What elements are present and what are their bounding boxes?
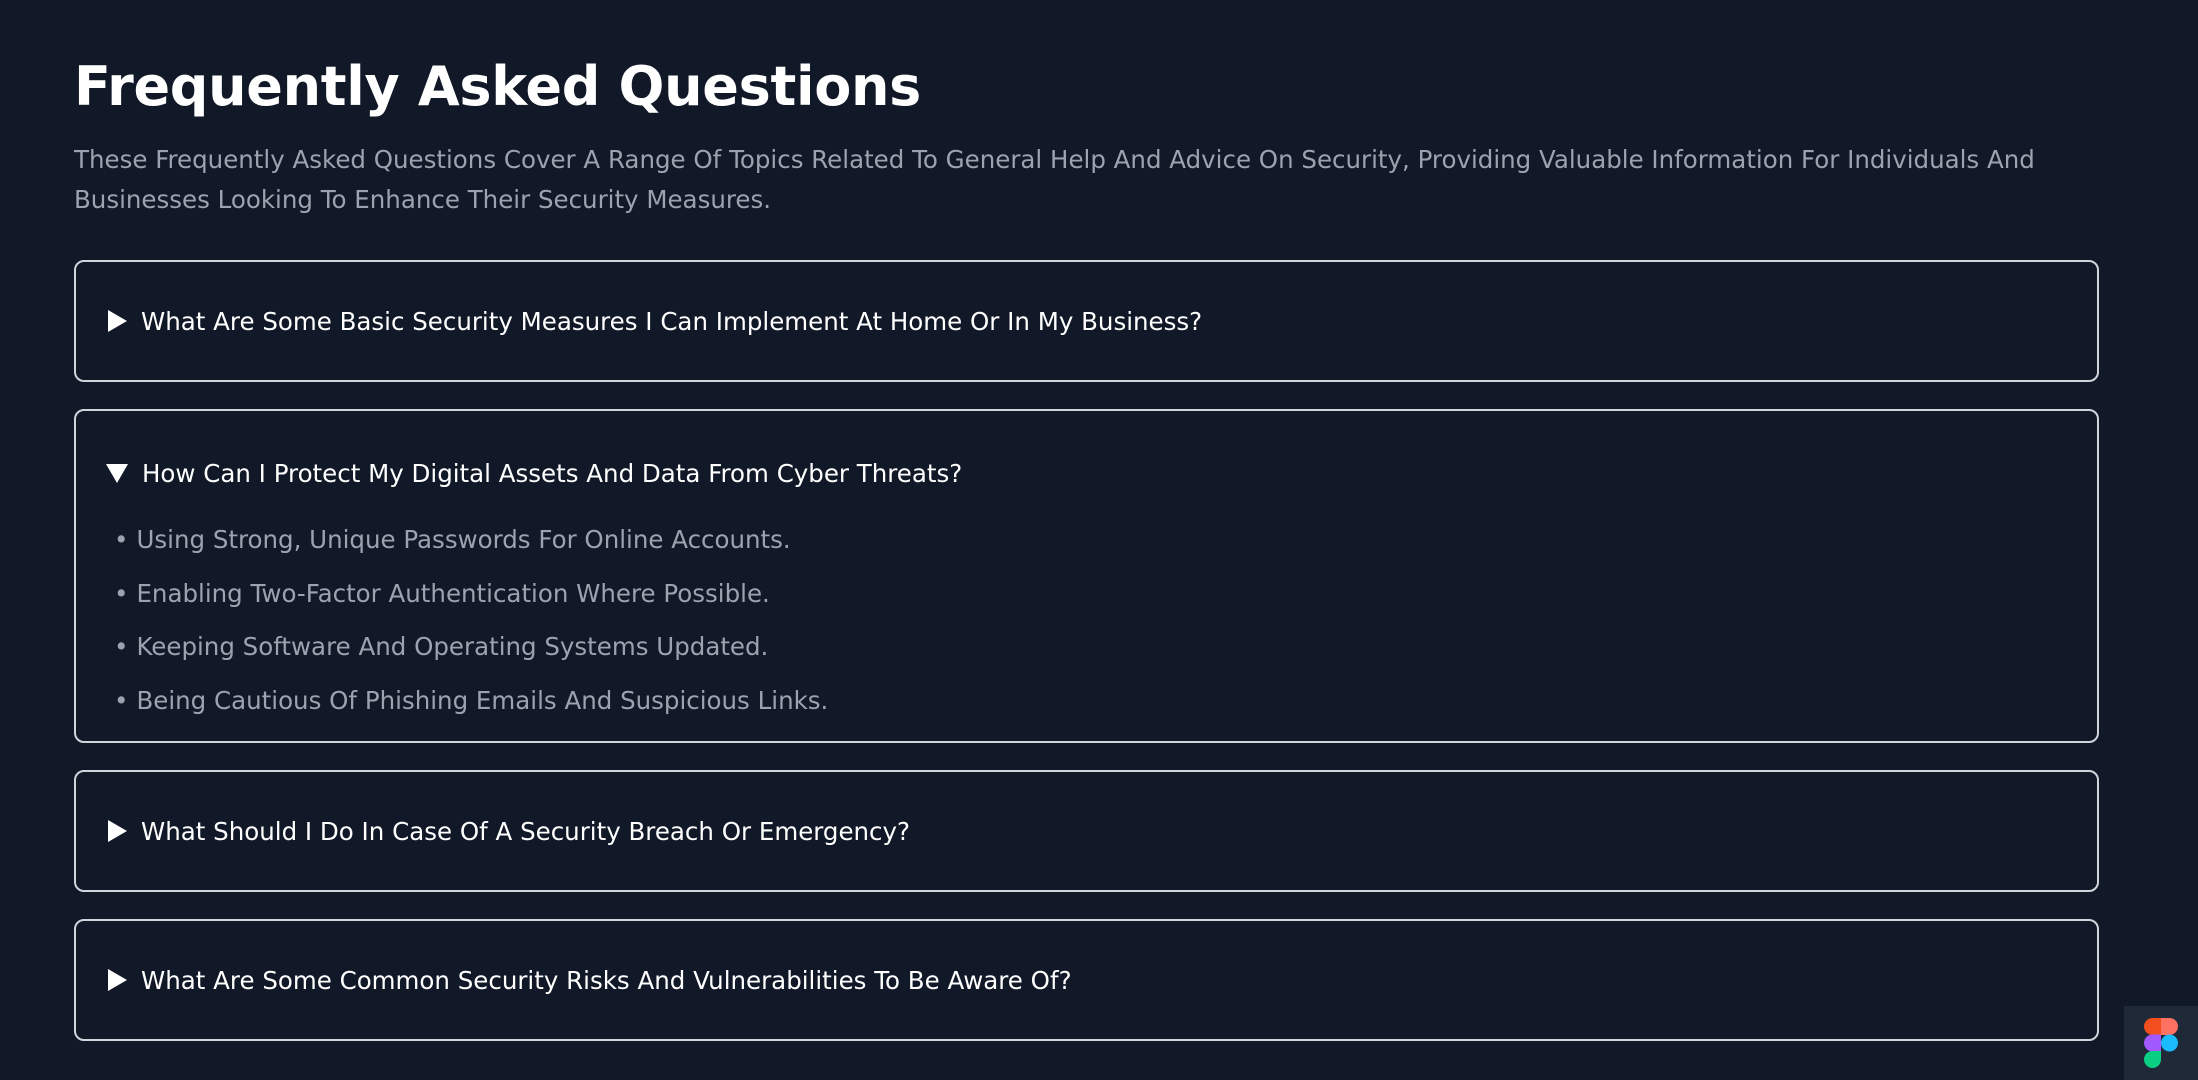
triangle-right-icon (108, 969, 127, 991)
faq-answer-item: • Using Strong, Unique Passwords For Onli… (114, 513, 2097, 567)
faq-list: What Are Some Basic Security Measures I … (74, 260, 2099, 1041)
faq-answer-text: Enabling Two-Factor Authentication Where… (136, 578, 770, 608)
figma-badge[interactable] (2124, 1006, 2198, 1080)
faq-question-toggle[interactable]: What Should I Do In Case Of A Security B… (76, 772, 2097, 890)
faq-answer-item: • Enabling Two-Factor Authentication Wher… (114, 567, 2097, 621)
faq-answer-text: Using Strong, Unique Passwords For Onlin… (136, 525, 791, 554)
bullet-icon: • (114, 525, 129, 554)
bullet-icon: • (114, 685, 129, 715)
faq-answer-text: Being Cautious Of Phishing Emails And Su… (136, 685, 829, 715)
faq-question: How Can I Protect My Digital Assets And … (142, 458, 963, 488)
triangle-down-icon (106, 463, 128, 483)
faq-question-toggle[interactable]: What Are Some Basic Security Measures I … (76, 262, 2097, 380)
faq-item[interactable]: What Are Some Basic Security Measures I … (74, 260, 2099, 382)
faq-question: What Should I Do In Case Of A Security B… (141, 816, 911, 846)
bullet-icon: • (114, 632, 129, 661)
faq-item[interactable]: What Should I Do In Case Of A Security B… (74, 770, 2099, 892)
triangle-right-icon (108, 820, 127, 842)
faq-item[interactable]: What Are Some Common Security Risks And … (74, 919, 2099, 1041)
page-title: Frequently Asked Questions (74, 55, 921, 118)
faq-question: What Are Some Common Security Risks And … (141, 965, 1072, 995)
faq-page: Frequently Asked Questions These Frequen… (0, 0, 2198, 1080)
faq-question: What Are Some Basic Security Measures I … (141, 306, 1203, 336)
faq-answer-text: Keeping Software And Operating Systems U… (136, 632, 769, 661)
faq-answer-item: • Keeping Software And Operating Systems … (114, 620, 2097, 674)
faq-answer-list: • Using Strong, Unique Passwords For Onli… (76, 513, 2097, 727)
faq-question-toggle[interactable]: What Are Some Common Security Risks And … (76, 921, 2097, 1039)
faq-answer-item: • Being Cautious Of Phishing Emails And S… (114, 674, 2097, 728)
bullet-icon: • (114, 578, 129, 608)
faq-item[interactable]: How Can I Protect My Digital Assets And … (74, 409, 2099, 743)
triangle-right-icon (108, 310, 127, 332)
figma-icon (2144, 1018, 2178, 1068)
page-description: These Frequently Asked Questions Cover A… (74, 145, 2035, 214)
